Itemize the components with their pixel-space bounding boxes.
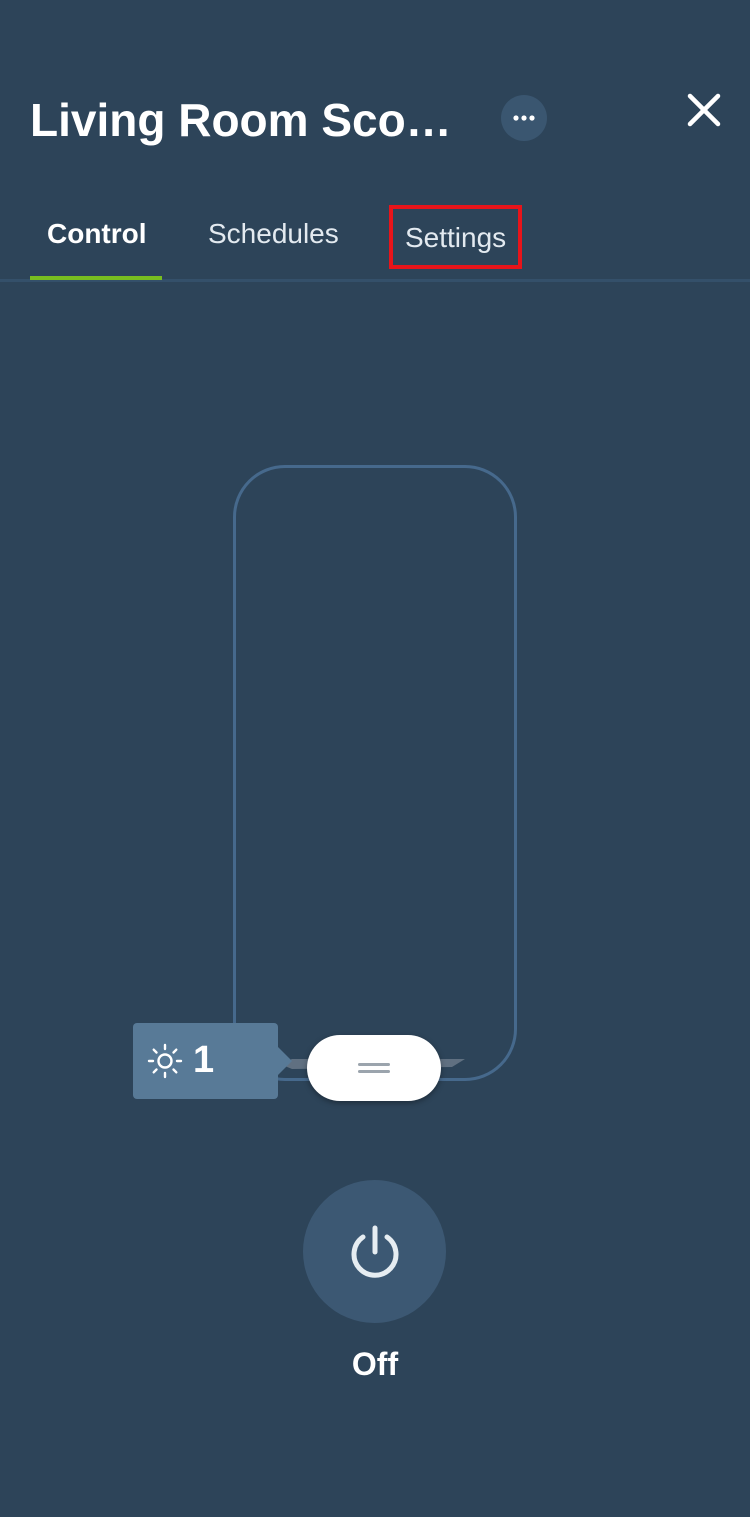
more-options-button[interactable] — [501, 95, 547, 141]
tab-control[interactable]: Control — [47, 214, 147, 254]
selected-tab-indicator — [30, 276, 162, 280]
slider-handle[interactable] — [307, 1035, 441, 1101]
brightness-level-badge: 1 — [133, 1023, 292, 1099]
tab-settings[interactable]: Settings — [389, 205, 523, 269]
brightness-sun-icon — [147, 1043, 183, 1079]
close-icon — [687, 93, 721, 127]
brightness-slider-track[interactable] — [233, 465, 517, 1081]
power-button[interactable] — [303, 1180, 446, 1323]
power-icon — [351, 1225, 398, 1278]
power-state-label: Off — [351, 1346, 399, 1382]
brightness-level-value: 1 — [193, 1039, 215, 1081]
close-button[interactable] — [680, 86, 728, 134]
tab-bar: Control Schedules Settings — [0, 190, 750, 282]
page-title: Living Room Sco… — [30, 94, 452, 146]
header: Living Room Sco… — [0, 0, 750, 190]
grip-icon — [358, 1063, 390, 1073]
tab-schedules[interactable]: Schedules — [208, 214, 339, 254]
more-horizontal-icon — [513, 115, 535, 121]
